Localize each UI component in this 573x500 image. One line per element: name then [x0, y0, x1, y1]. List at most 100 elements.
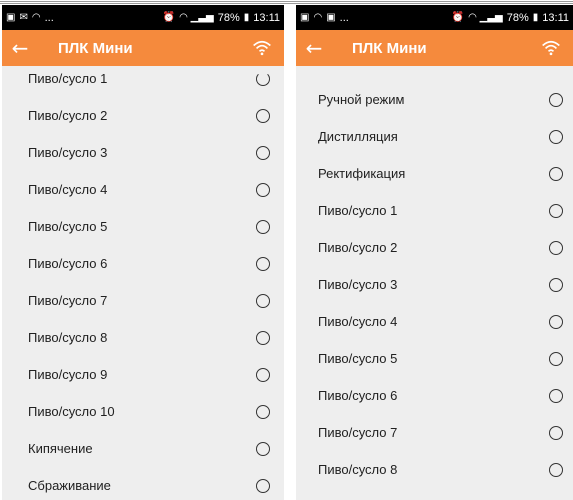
list-item-label: Пиво/сусло 10: [28, 404, 115, 419]
list-item[interactable]: Пиво/сусло 9: [2, 356, 284, 393]
list-item[interactable]: Сбраживание: [2, 467, 284, 500]
status-time: 13:11: [253, 11, 280, 24]
radio-button[interactable]: [549, 314, 563, 329]
radio-button[interactable]: [256, 367, 270, 382]
list-item-label: Пиво/сусло 8: [28, 330, 108, 345]
alarm-icon: ⏰: [162, 11, 176, 23]
list-item[interactable]: Пиво/сусло 1: [2, 60, 284, 97]
list-item-label: Пиво/сусло 8: [318, 462, 398, 477]
list-item[interactable]: Пиво/сусло 9: [296, 488, 573, 500]
list-item[interactable]: Пиво/сусло 8: [2, 319, 284, 356]
list-item[interactable]: Пиво/сусло 2: [296, 229, 573, 266]
signal-icon: ◠ ▁▃▅: [468, 11, 503, 23]
top-rule: [0, 3, 573, 4]
list-item-label: Пиво/сусло 4: [28, 182, 108, 197]
list-item[interactable]: Пиво/сусло 3: [2, 134, 284, 171]
status-right: ⏰ ◠ ▁▃▅ 78% ▮ 13:11: [452, 12, 569, 24]
wifi-icon[interactable]: [252, 38, 272, 58]
list-item[interactable]: Пиво/сусло 3: [296, 266, 573, 303]
app-bar: ← ПЛК Мини: [296, 30, 573, 66]
list-item[interactable]: Пиво/сусло 1: [296, 192, 573, 229]
loading-spinner-icon[interactable]: [256, 71, 270, 86]
list-item-label: Пиво/сусло 7: [318, 425, 398, 440]
battery-icon: ▮: [532, 11, 539, 23]
list-item-label: Сбраживание: [28, 478, 111, 493]
wifi-icon[interactable]: [541, 38, 561, 58]
radio-button[interactable]: [549, 425, 563, 440]
list-item-label: Пиво/сусло 1: [318, 203, 398, 218]
radio-button[interactable]: [549, 129, 563, 144]
list-item-label: Пиво/сусло 4: [318, 314, 398, 329]
list-item[interactable]: Пиво/сусло 8: [296, 451, 573, 488]
list-item[interactable]: Пиво/сусло 6: [296, 377, 573, 414]
radio-button[interactable]: [549, 277, 563, 292]
status-right: ⏰ ◠ ▁▃▅ 78% ▮ 13:11: [163, 12, 280, 24]
radio-button[interactable]: [256, 108, 270, 123]
list-item-label: Кипячение: [28, 441, 93, 456]
battery-icon: ▮: [243, 11, 250, 23]
image-icon: ▣: [326, 11, 336, 23]
list-item[interactable]: Ректификация: [296, 155, 573, 192]
radio-button[interactable]: [256, 293, 270, 308]
list-item-label: Пиво/сусло 6: [318, 388, 398, 403]
back-arrow-icon[interactable]: ←: [2, 36, 38, 60]
list-item[interactable]: Пиво/сусло 4: [296, 303, 573, 340]
status-time: 13:11: [542, 11, 569, 24]
radio-button[interactable]: [549, 240, 563, 255]
list-item-label: Пиво/сусло 2: [28, 108, 108, 123]
alarm-icon: ⏰: [451, 11, 465, 23]
status-more: ...: [44, 11, 54, 24]
status-left: ▣ ✉ ◠ ...: [6, 12, 54, 24]
phone-screen-right: ▣ ◠ ▣ ... ⏰ ◠ ▁▃▅ 78% ▮ 13:11 ← ПЛК Мини…: [296, 5, 573, 500]
radio-button[interactable]: [256, 219, 270, 234]
status-bar: ▣ ◠ ▣ ... ⏰ ◠ ▁▃▅ 78% ▮ 13:11: [296, 5, 573, 30]
image-icon: ▣: [300, 11, 310, 23]
wifi-icon: ◠: [313, 11, 323, 23]
list-item[interactable]: Пиво/сусло 5: [296, 340, 573, 377]
radio-button[interactable]: [256, 330, 270, 345]
radio-button[interactable]: [256, 441, 270, 456]
list-item-label: Пиво/сусло 7: [28, 293, 108, 308]
back-arrow-icon[interactable]: ←: [296, 36, 332, 60]
radio-button[interactable]: [549, 351, 563, 366]
list-item[interactable]: Пиво/сусло 7: [296, 414, 573, 451]
list-item-label: Пиво/сусло 1: [28, 71, 108, 86]
list-item[interactable]: Пиво/сусло 6: [2, 245, 284, 282]
radio-button[interactable]: [549, 388, 563, 403]
top-rule: [0, 1, 573, 2]
radio-button[interactable]: [549, 92, 563, 107]
list-item-label: Ректификация: [318, 166, 406, 181]
list-item-label: Дистилляция: [318, 129, 398, 144]
radio-button[interactable]: [256, 256, 270, 271]
radio-button[interactable]: [256, 182, 270, 197]
list-item[interactable]: Дистилляция: [296, 118, 573, 155]
status-bar: ▣ ✉ ◠ ... ⏰ ◠ ▁▃▅ 78% ▮ 13:11: [2, 5, 284, 30]
radio-button[interactable]: [256, 404, 270, 419]
list-item[interactable]: Пиво/сусло 5: [2, 208, 284, 245]
radio-button[interactable]: [549, 166, 563, 181]
list-item-label: Пиво/сусло 5: [28, 219, 108, 234]
list-item[interactable]: Кипячение: [2, 430, 284, 467]
battery-percent: 78%: [506, 11, 529, 24]
image-icon: ▣: [6, 11, 16, 23]
radio-button[interactable]: [549, 203, 563, 218]
list-item-label: Пиво/сусло 3: [318, 277, 398, 292]
list-item[interactable]: Пиво/сусло 2: [2, 97, 284, 134]
list-item[interactable]: Ручной режим: [296, 81, 573, 118]
radio-button[interactable]: [256, 478, 270, 493]
list-item[interactable]: Пиво/сусло 10: [2, 393, 284, 430]
list-item[interactable]: Пиво/сусло 7: [2, 282, 284, 319]
list-item-label: Пиво/сусло 5: [318, 351, 398, 366]
radio-button[interactable]: [549, 462, 563, 477]
app-title: ПЛК Мини: [352, 39, 427, 57]
radio-button[interactable]: [256, 145, 270, 160]
list-item-label: Пиво/сусло 2: [318, 240, 398, 255]
list-item[interactable]: Пиво/сусло 4: [2, 171, 284, 208]
list-item-label: Пиво/сусло 3: [28, 145, 108, 160]
mode-list: Пиво/сусло 1 Пиво/сусло 2 Пиво/сусло 3 Пиво…: [2, 60, 284, 500]
list-item-label: Пиво/сусло 6: [28, 256, 108, 271]
mode-list: Ручной режим Дистилляция Ректификация Пиво/…: [296, 81, 573, 500]
list-item-label: Пиво/сусло 9: [28, 367, 108, 382]
status-left: ▣ ◠ ▣ ...: [300, 12, 349, 24]
app-title: ПЛК Мини: [58, 39, 133, 57]
